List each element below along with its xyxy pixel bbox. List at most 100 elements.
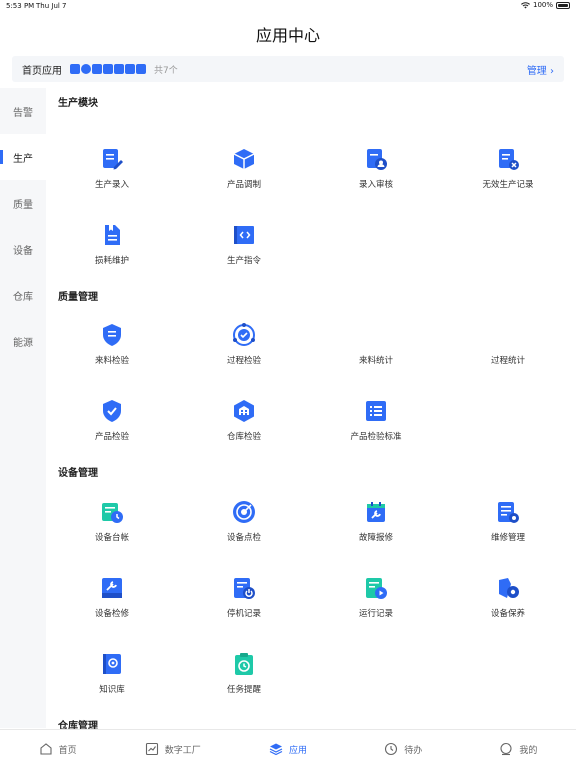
home-apps-label: 首页应用 (22, 65, 62, 77)
process-check-icon (233, 323, 255, 346)
app-label: 设备保养 (490, 609, 525, 619)
tab-label: 应用 (289, 745, 308, 756)
app-label: 产品调制 (226, 180, 261, 190)
app-label: 损耗维护 (94, 256, 129, 266)
app-product-inspection-standard[interactable]: 产品检验标准 (310, 399, 442, 442)
category-sidebar: 告警 生产 质量 设备 仓库 能源 (0, 88, 46, 728)
status-time: 5:53 PM (6, 2, 35, 10)
production-entry-icon (103, 149, 123, 170)
home-icon (40, 743, 52, 755)
sidebar-item-alarm[interactable]: 告警 (0, 88, 46, 134)
power-doc-icon (234, 578, 255, 599)
home-app-mini-icon (114, 64, 124, 74)
shield-icon (103, 324, 121, 346)
ledger-clock-icon (102, 503, 123, 523)
code-doc-icon (234, 226, 254, 244)
page-title: 应用中心 (255, 26, 320, 45)
app-label: 产品检验标准 (350, 432, 402, 442)
app-task-reminder[interactable]: 任务提醒 (178, 652, 310, 695)
app-loss-maintenance[interactable]: 损耗维护 (46, 223, 178, 266)
sidebar-item-quality[interactable]: 质量 (0, 180, 46, 226)
app-incoming-inspection[interactable]: 来料检验 (46, 323, 178, 366)
tab-home[interactable]: 首页 (0, 730, 115, 768)
repair-list-icon (498, 502, 519, 523)
sidebar-item-energy[interactable]: 能源 (0, 318, 46, 364)
review-doc-icon (367, 149, 387, 170)
warehouse-hex-icon (234, 400, 254, 422)
status-bar: 5:53 PM Thu Jul 7 100% (0, 0, 576, 12)
tab-label: 待办 (404, 745, 423, 756)
app-knowledge-base[interactable]: 知识库 (46, 652, 178, 695)
app-invalid-production-record[interactable]: 无效生产记录 (442, 147, 574, 190)
sidebar-item-warehouse[interactable]: 仓库 (0, 272, 46, 318)
tab-digital-factory[interactable]: 数字工厂 (115, 730, 230, 768)
product-box-icon (233, 149, 255, 169)
app-label: 来料检验 (94, 356, 129, 366)
incoming-statistics-icon (364, 323, 388, 347)
overhaul-wrench-icon (102, 578, 122, 598)
status-date: Thu Jul 7 (36, 2, 67, 10)
app-label: 任务提醒 (226, 685, 261, 695)
tab-label: 我的 (519, 745, 538, 756)
app-label: 设备台帐 (94, 533, 129, 543)
play-doc-icon (366, 578, 387, 599)
app-fault-report[interactable]: 故障报修 (310, 500, 442, 543)
tab-label: 首页 (58, 745, 77, 756)
sidebar-item-production[interactable]: 生产 (0, 134, 46, 180)
tab-todo[interactable]: 待办 (346, 730, 461, 768)
tab-apps[interactable]: 应用 (230, 730, 345, 768)
app-equipment-overhaul[interactable]: 设备检修 (46, 576, 178, 619)
app-production-entry[interactable]: 生产录入 (46, 147, 178, 190)
home-apps-bar: 首页应用 共7个 管理 › (12, 56, 564, 82)
sidebar-item-equipment[interactable]: 设备 (0, 226, 46, 272)
home-apps-count: 共7个 (154, 65, 178, 76)
app-label: 停机记录 (226, 609, 261, 619)
home-app-mini-icon (92, 64, 102, 74)
app-process-inspection[interactable]: 过程检验 (178, 323, 310, 366)
home-apps-icons (70, 64, 146, 74)
manage-button[interactable]: 管理 › (527, 62, 554, 77)
home-app-mini-icon (136, 64, 146, 74)
task-timer-icon (235, 653, 253, 675)
maintenance-gear-icon (499, 578, 519, 598)
app-run-record[interactable]: 运行记录 (310, 576, 442, 619)
user-icon (500, 742, 512, 756)
app-label: 产品检验 (94, 432, 129, 442)
app-label: 设备点检 (226, 533, 261, 543)
section-title-production: 生产模块 (58, 98, 98, 109)
app-repair-management[interactable]: 维修管理 (442, 500, 574, 543)
app-equipment-maintenance[interactable]: 设备保养 (442, 576, 574, 619)
loss-doc-icon (105, 225, 120, 245)
section-title-equipment: 设备管理 (58, 468, 98, 479)
home-app-mini-icon (103, 64, 113, 74)
section-title-quality: 质量管理 (58, 292, 98, 303)
app-grid: 生产模块 生产录入 产品调制 录入审核 无效生产记录 损耗维护 生产指令 质量管… (46, 88, 576, 729)
app-product-inspection[interactable]: 产品检验 (46, 399, 178, 442)
app-entry-review[interactable]: 录入审核 (310, 147, 442, 190)
app-label: 生产指令 (226, 256, 261, 266)
bottom-tab-bar: 首页 数字工厂 应用 待办 我的 (0, 729, 576, 768)
app-equipment-spot-check[interactable]: 设备点检 (178, 500, 310, 543)
app-label: 录入审核 (358, 180, 393, 190)
battery-percent: 100% (532, 1, 553, 9)
standard-doc-icon (366, 401, 386, 421)
home-app-mini-icon (125, 64, 135, 74)
book-gear-icon (103, 654, 121, 674)
app-label: 设备检修 (94, 609, 129, 619)
app-product-modulation[interactable]: 产品调制 (178, 147, 310, 190)
app-downtime-record[interactable]: 停机记录 (178, 576, 310, 619)
app-equipment-ledger[interactable]: 设备台帐 (46, 500, 178, 543)
layers-icon (269, 743, 283, 756)
app-label: 来料统计 (358, 356, 393, 366)
app-incoming-statistics[interactable]: 来料统计 (310, 323, 442, 366)
wifi-icon (520, 1, 530, 9)
home-app-mini-icon (81, 64, 91, 74)
app-process-statistics[interactable]: 过程统计 (442, 323, 574, 366)
app-label: 知识库 (99, 685, 125, 695)
app-production-order[interactable]: 生产指令 (178, 223, 310, 266)
tab-mine[interactable]: 我的 (461, 730, 576, 768)
chart-icon (145, 742, 158, 756)
app-warehouse-inspection[interactable]: 仓库检验 (178, 399, 310, 442)
home-app-mini-icon (70, 64, 80, 74)
app-label: 过程统计 (490, 356, 525, 366)
